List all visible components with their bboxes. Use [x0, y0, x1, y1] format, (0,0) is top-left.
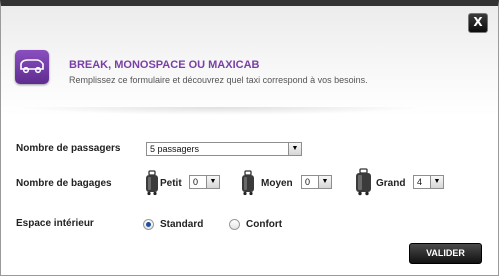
chevron-down-icon: ▼ — [430, 176, 443, 188]
suitcase-icon — [146, 170, 158, 196]
chevron-down-icon: ▼ — [206, 176, 219, 188]
luggage-medium-label: Moyen — [261, 178, 293, 189]
luggage-medium-select[interactable]: 0 ▼ — [301, 175, 332, 189]
divider — [15, 107, 425, 115]
submit-button[interactable]: VALIDER — [409, 243, 482, 264]
passengers-label: Nombre de passagers — [16, 143, 121, 154]
luggage-medium-value: 0 — [305, 177, 311, 187]
chevron-down-icon: ▼ — [288, 143, 301, 155]
luggage-small-label: Petit — [160, 178, 182, 189]
dialog-subtitle: Remplissez ce formulaire et découvrez qu… — [69, 75, 368, 85]
radio-confort[interactable] — [229, 219, 240, 230]
dialog-title: BREAK, MONOSPACE OU MAXICAB — [69, 59, 260, 71]
luggage-large-select[interactable]: 4 ▼ — [413, 175, 444, 189]
luggage-label: Nombre de bagages — [16, 178, 112, 189]
taxi-form-dialog: X BREAK, MONOSPACE OU MAXICAB Remplissez… — [0, 0, 499, 276]
passengers-select[interactable]: 5 passagers ▼ — [146, 142, 302, 156]
luggage-small-select[interactable]: 0 ▼ — [189, 175, 220, 189]
chevron-down-icon: ▼ — [318, 176, 331, 188]
luggage-large-value: 4 — [417, 177, 423, 187]
minivan-icon — [15, 50, 49, 84]
radio-standard-label: Standard — [160, 219, 204, 230]
interior-label: Espace intérieur — [16, 218, 94, 229]
radio-standard[interactable] — [143, 219, 154, 230]
suitcase-icon — [356, 168, 371, 196]
luggage-small-value: 0 — [193, 177, 199, 187]
luggage-large-label: Grand — [376, 178, 406, 189]
suitcase-icon — [242, 170, 254, 196]
close-button[interactable]: X — [468, 13, 488, 33]
close-icon: X — [473, 15, 483, 29]
radio-confort-label: Confort — [246, 219, 283, 230]
passengers-select-value: 5 passagers — [150, 144, 200, 154]
